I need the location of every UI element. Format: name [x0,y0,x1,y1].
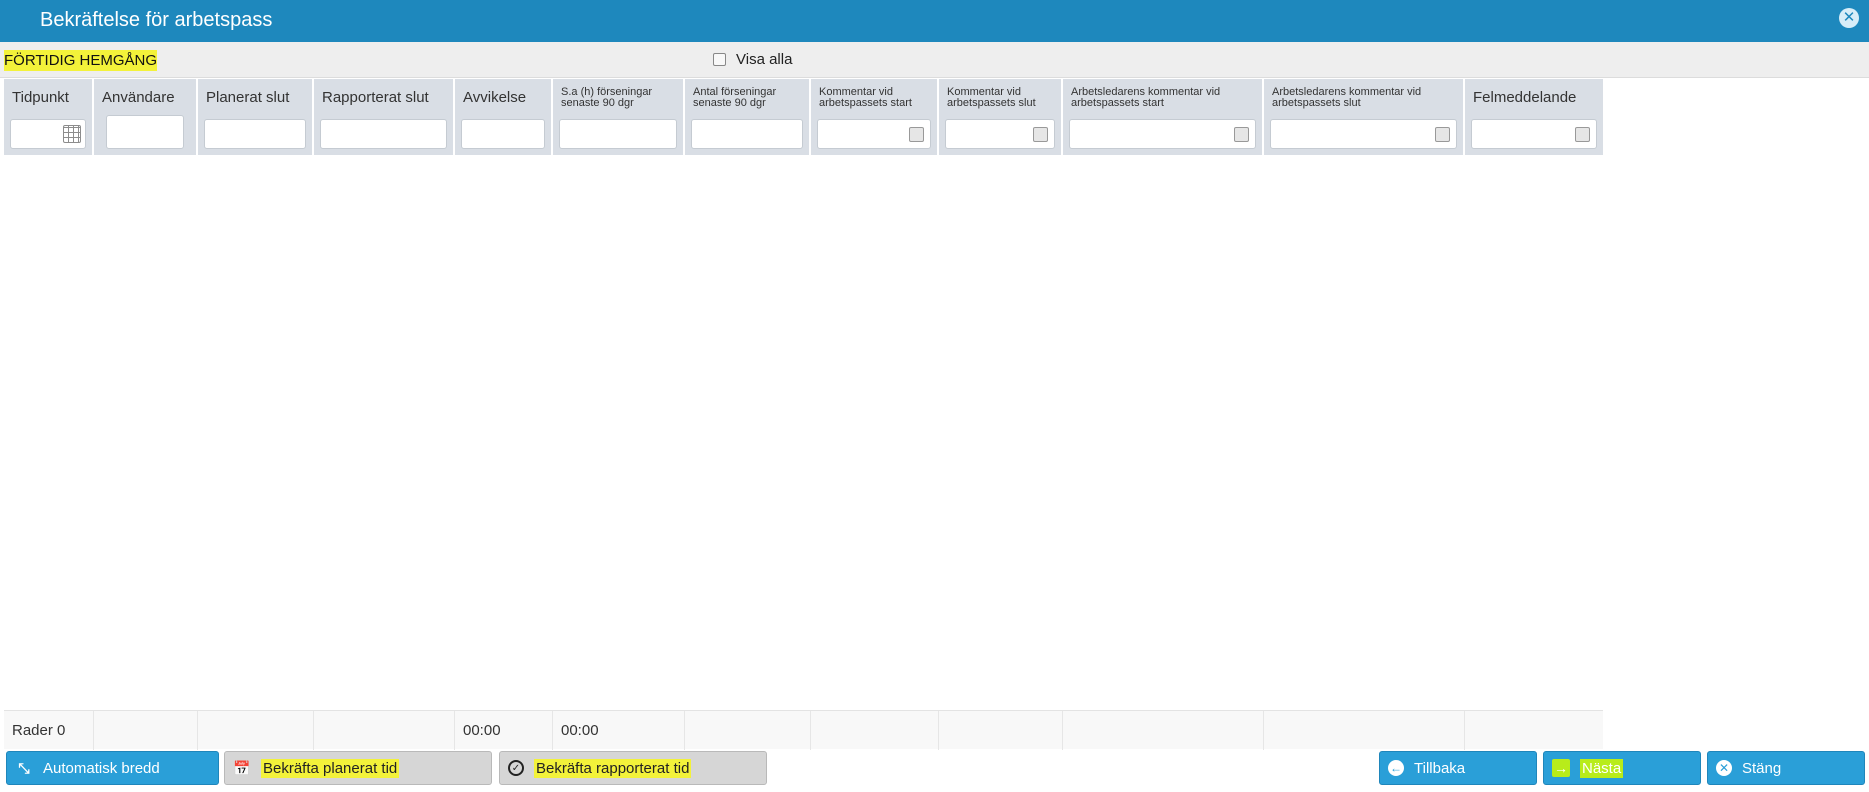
footer-delay-sum: 00:00 [553,711,685,750]
filter-toolbar: FÖRTIDIG HEMGÅNG Visa alla [0,42,1869,78]
filter-input-planerat-slut[interactable] [204,119,306,149]
filter-checkbox[interactable] [1575,127,1590,142]
column-header-comment-start[interactable]: Kommentar vid arbetspassets start [811,79,939,155]
column-label: Planerat slut [206,89,290,106]
column-label: Avvikelse [463,89,527,106]
footer-cell [94,711,198,750]
back-label: Tillbaka [1414,759,1466,777]
show-all-toggle[interactable]: Visa alla [713,51,792,68]
column-header-planerat-slut[interactable]: Planerat slut [198,79,314,155]
footer-cell [314,711,455,750]
column-label: Tidpunkt [12,89,69,106]
column-label: Kommentar vid arbetspassets slut [947,86,1036,109]
auto-width-label: Automatisk bredd [43,759,160,777]
filter-checkbox[interactable] [1435,127,1450,142]
column-label: Felmeddelande [1473,89,1577,106]
confirmation-dialog: Bekräftelse för arbetspass ✕ FÖRTIDIG HE… [0,0,1869,792]
close-label: Stäng [1742,759,1782,777]
filter-input-delay-hours[interactable] [559,119,677,149]
footer-cell [198,711,314,750]
close-circle-icon: ✕ [1716,760,1732,776]
column-header-rapporterat-slut[interactable]: Rapporterat slut [314,79,455,155]
filter-input-rapporterat-slut[interactable] [320,119,447,149]
shift-grid: Tidpunkt Användare Planerat slut Rapport… [4,79,1603,750]
column-label: S.a (h) förseningar senaste 90 dgr [561,86,653,109]
avvikelse-sum-value: 00:00 [463,722,501,739]
column-label: Arbetsledarens kommentar vid arbetspasse… [1272,86,1422,109]
calendar-check-icon: 📅 [233,759,251,776]
grid-footer: Rader 0 00:00 00:00 [4,710,1603,750]
confirm-planned-button[interactable]: 📅 Bekräfta planerat tid [224,751,492,785]
filter-checkbox[interactable] [1033,127,1048,142]
column-header-leader-comment-start[interactable]: Arbetsledarens kommentar vid arbetspasse… [1063,79,1264,155]
confirm-reported-label: Bekräfta rapporterat tid [534,758,692,778]
footer-cell [1264,711,1465,750]
column-header-delay-count[interactable]: Antal förseningar senaste 90 dgr [685,79,811,155]
filter-input-tidpunkt[interactable] [10,119,86,149]
next-label: Nästa [1580,758,1624,778]
column-label: Kommentar vid arbetspassets start [819,86,912,109]
dialog-title: Bekräftelse för arbetspass [40,9,273,31]
filter-input-delay-count[interactable] [691,119,803,149]
filter-checkbox[interactable] [1234,127,1249,142]
footer-avvikelse-sum: 00:00 [455,711,553,750]
delay-sum-value: 00:00 [561,722,599,739]
show-all-label: Visa alla [736,51,793,68]
footer-cell [685,711,811,750]
filter-input-anvandare[interactable] [106,115,184,149]
button-bar: ⤡ Automatisk bredd 📅 Bekräfta planerat t… [0,748,1869,792]
close-icon[interactable]: ✕ [1839,8,1859,28]
category-label-text: FÖRTIDIG HEMGÅNG [4,50,158,71]
close-button[interactable]: ✕ Stäng [1707,751,1865,785]
grid-header: Tidpunkt Användare Planerat slut Rapport… [4,79,1603,155]
column-label: Arbetsledarens kommentar vid arbetspasse… [1071,86,1221,109]
back-button[interactable]: ← Tillbaka [1379,751,1537,785]
filter-input-comment-end[interactable] [945,119,1055,149]
filter-input-leader-comment-start[interactable] [1069,119,1256,149]
check-circle-icon: ✓ [508,760,524,776]
footer-cell [811,711,939,750]
arrow-left-icon: ← [1388,760,1404,776]
column-header-leader-comment-end[interactable]: Arbetsledarens kommentar vid arbetspasse… [1264,79,1465,155]
show-all-checkbox[interactable] [713,53,726,66]
column-header-felmeddelande[interactable]: Felmeddelande [1465,79,1603,155]
column-header-anvandare[interactable]: Användare [94,79,198,155]
column-label: Användare [102,89,175,106]
filter-input-leader-comment-end[interactable] [1270,119,1457,149]
filter-input-avvikelse[interactable] [461,119,545,149]
filter-input-comment-start[interactable] [817,119,931,149]
column-header-avvikelse[interactable]: Avvikelse [455,79,553,155]
next-button[interactable]: → Nästa [1543,751,1701,785]
column-label: Rapporterat slut [322,89,429,106]
confirm-planned-label: Bekräfta planerat tid [261,758,400,778]
confirm-reported-button[interactable]: ✓ Bekräfta rapporterat tid [499,751,767,785]
compress-icon: ⤡ [18,759,30,776]
row-count: Rader 0 [4,711,94,750]
footer-cell [939,711,1063,750]
footer-cell [1063,711,1264,750]
grid-body [4,155,1603,710]
filter-input-felmeddelande[interactable] [1471,119,1597,149]
column-header-comment-end[interactable]: Kommentar vid arbetspassets slut [939,79,1063,155]
calendar-icon[interactable] [63,125,81,143]
filter-checkbox[interactable] [909,127,924,142]
column-header-tidpunkt[interactable]: Tidpunkt [4,79,94,155]
auto-width-button[interactable]: ⤡ Automatisk bredd [6,751,219,785]
column-header-delay-hours[interactable]: S.a (h) förseningar senaste 90 dgr [553,79,685,155]
footer-cell [1465,711,1603,750]
arrow-right-icon: → [1552,759,1570,777]
category-label: FÖRTIDIG HEMGÅNG [4,50,158,71]
title-bar: Bekräftelse för arbetspass ✕ [0,0,1869,42]
column-label: Antal förseningar senaste 90 dgr [693,86,777,109]
row-count-label: Rader 0 [12,722,66,739]
